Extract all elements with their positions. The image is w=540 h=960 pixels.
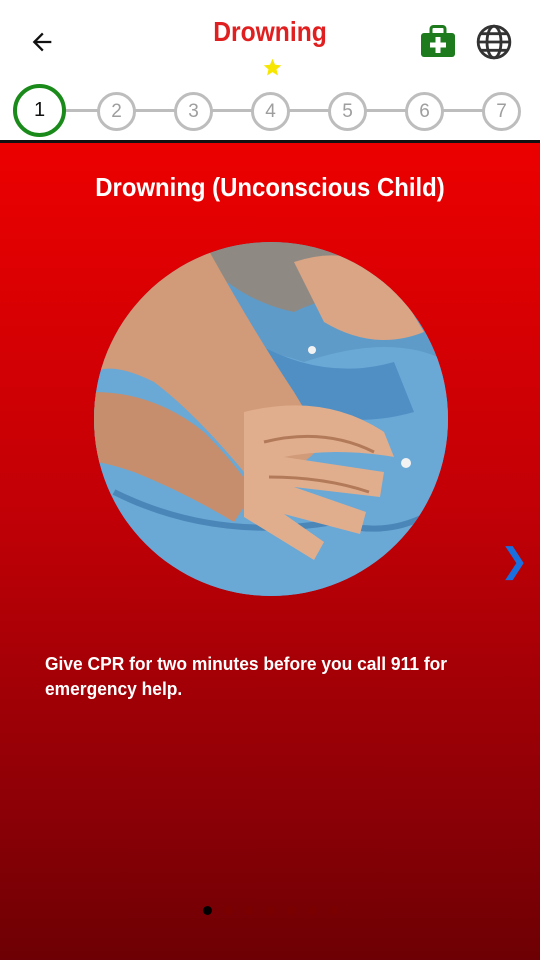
- chevron-right-icon: ❯: [500, 542, 529, 580]
- step-3[interactable]: 3: [174, 92, 213, 131]
- step-content: Drowning (Unconscious Child) ❯ Give CPR …: [0, 143, 540, 960]
- step-6[interactable]: 6: [405, 92, 444, 131]
- app-header: Drowning 1 2 3 4 5 6 7: [0, 0, 540, 143]
- step-5[interactable]: 5: [328, 92, 367, 131]
- page-dot-4[interactable]: [265, 906, 275, 915]
- page-dot-7[interactable]: [328, 906, 338, 915]
- page-dot-5[interactable]: [286, 906, 296, 915]
- page-dot-3[interactable]: [244, 906, 254, 915]
- globe-icon[interactable]: [474, 22, 514, 62]
- cpr-photo: [94, 242, 448, 596]
- step-1[interactable]: 1: [13, 84, 66, 137]
- first-aid-kit-icon[interactable]: [418, 24, 458, 60]
- step-4[interactable]: 4: [251, 92, 290, 131]
- page-dot-6[interactable]: [307, 906, 317, 915]
- star-icon[interactable]: [262, 57, 283, 78]
- step-7[interactable]: 7: [482, 92, 521, 131]
- page-dot-2[interactable]: [223, 906, 233, 915]
- page-dot-1[interactable]: [202, 906, 212, 915]
- step-heading: Drowning (Unconscious Child): [95, 172, 445, 202]
- page-indicator: [0, 906, 540, 915]
- step-progress: 1 2 3 4 5 6 7: [0, 84, 540, 137]
- step-2[interactable]: 2: [97, 92, 136, 131]
- next-step-button[interactable]: ❯: [500, 542, 529, 580]
- step-instruction: Give CPR for two minutes before you call…: [45, 653, 448, 699]
